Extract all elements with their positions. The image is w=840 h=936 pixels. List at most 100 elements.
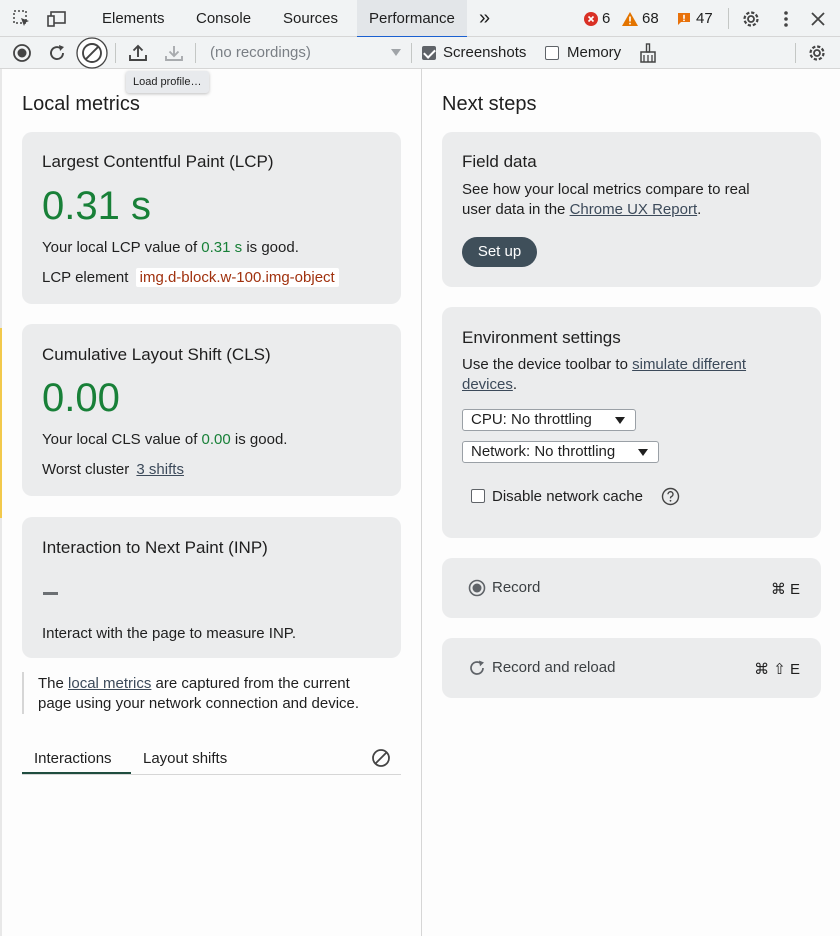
env-line2-suffix: . bbox=[512, 376, 518, 393]
environment-line2: devices. bbox=[462, 376, 517, 393]
network-select-arrow-icon bbox=[638, 449, 648, 456]
tab-performance[interactable]: Performance bbox=[357, 0, 467, 38]
help-icon[interactable] bbox=[661, 487, 680, 506]
lcp-card: Largest Contentful Paint (LCP) 0.31 s Yo… bbox=[22, 132, 401, 304]
close-icon[interactable] bbox=[808, 9, 828, 29]
note-suffix: are captured from the current bbox=[151, 675, 350, 692]
error-icon bbox=[584, 11, 598, 26]
toolbar-separator-4 bbox=[795, 43, 796, 63]
field-data-title: Field data bbox=[462, 152, 537, 171]
tab-layout-shifts[interactable]: Layout shifts bbox=[143, 744, 227, 774]
inp-value bbox=[43, 592, 58, 595]
cls-desc-prefix: Your local CLS value of bbox=[42, 431, 202, 448]
inp-title: Interaction to Next Paint (INP) bbox=[42, 538, 268, 557]
record-icon[interactable] bbox=[12, 43, 32, 63]
field-data-line2: user data in the Chrome UX Report. bbox=[462, 201, 701, 218]
recording-select-arrow-icon[interactable] bbox=[391, 49, 401, 56]
lcp-desc-prefix: Your local LCP value of bbox=[42, 239, 202, 256]
set-up-button[interactable]: Set up bbox=[462, 237, 537, 267]
env-line1-prefix: Use the device toolbar to bbox=[462, 356, 633, 373]
settings-gear-icon[interactable] bbox=[740, 8, 762, 30]
cls-cluster-label: Worst cluster bbox=[42, 461, 130, 478]
field-data-card: Field data See how your local metrics co… bbox=[442, 132, 821, 287]
record-and-reload-shortcut: ⌘ ⇧ E bbox=[754, 661, 800, 678]
local-metrics-note-line1: The local metrics are captured from the … bbox=[38, 675, 350, 692]
lcp-title: Largest Contentful Paint (LCP) bbox=[42, 152, 274, 171]
issues-count-badge[interactable]: 47 bbox=[677, 0, 713, 37]
issue-icon bbox=[678, 12, 690, 25]
tabbar-separator bbox=[728, 8, 729, 29]
tab-interactions[interactable]: Interactions bbox=[34, 744, 112, 774]
tab-sources[interactable]: Sources bbox=[283, 0, 338, 37]
save-profile-icon bbox=[163, 42, 185, 64]
bottom-tabs-border bbox=[22, 774, 401, 775]
local-metrics-note-line2: page using your network connection and d… bbox=[38, 695, 360, 712]
error-count-badge[interactable]: 6 bbox=[584, 0, 610, 37]
screenshots-checkbox[interactable] bbox=[422, 46, 436, 60]
clear-list-icon[interactable] bbox=[371, 748, 391, 768]
environment-line1: Use the device toolbar to simulate diffe… bbox=[462, 356, 746, 373]
load-profile-icon[interactable] bbox=[127, 42, 149, 64]
local-metrics-heading: Local metrics bbox=[22, 93, 140, 115]
devices-link[interactable]: devices bbox=[462, 376, 513, 393]
lcp-desc-suffix: is good. bbox=[242, 239, 299, 256]
record-shortcut: ⌘ E bbox=[770, 581, 800, 598]
record-and-reload-label: Record and reload bbox=[492, 659, 616, 676]
chrome-ux-report-link[interactable]: Chrome UX Report bbox=[570, 201, 698, 218]
screenshots-label: Screenshots bbox=[443, 44, 527, 61]
left-edge-marker bbox=[0, 328, 2, 518]
element-picker-icon[interactable] bbox=[12, 9, 32, 29]
warning-count-badge[interactable]: 68 bbox=[622, 0, 659, 37]
warning-count: 68 bbox=[642, 10, 659, 27]
lcp-element-link[interactable]: img.d-block.w-100.img-object bbox=[135, 268, 339, 287]
next-steps-heading: Next steps bbox=[442, 93, 537, 115]
device-toolbar-icon[interactable] bbox=[47, 9, 69, 29]
inp-card: Interaction to Next Paint (INP) Interact… bbox=[22, 517, 401, 658]
capture-settings-gear-icon[interactable] bbox=[806, 42, 828, 64]
cls-desc-value: 0.00 bbox=[201, 431, 231, 448]
toolbar-separator bbox=[115, 43, 116, 63]
record-and-reload-card[interactable]: Record and reload ⌘ ⇧ E bbox=[442, 638, 821, 698]
cls-description: Your local CLS value of 0.00 is good. bbox=[42, 431, 287, 448]
cpu-throttling-select[interactable]: CPU: No throttling bbox=[462, 409, 636, 431]
clear-icon[interactable] bbox=[76, 37, 108, 69]
tab-elements[interactable]: Elements bbox=[102, 0, 165, 37]
simulate-devices-link[interactable]: simulate different bbox=[632, 356, 746, 373]
load-profile-tooltip: Load profile… bbox=[126, 71, 209, 93]
cls-desc-suffix: is good. bbox=[230, 431, 288, 448]
field-data-line1: See how your local metrics compare to re… bbox=[462, 181, 750, 198]
cls-title: Cumulative Layout Shift (CLS) bbox=[42, 345, 271, 364]
lcp-description: Your local LCP value of 0.31 s is good. bbox=[42, 239, 299, 256]
toolbar-separator-2 bbox=[195, 43, 196, 63]
cls-card: Cumulative Layout Shift (CLS) 0.00 Your … bbox=[22, 324, 401, 496]
tab-console[interactable]: Console bbox=[196, 0, 251, 37]
panel-divider[interactable] bbox=[421, 69, 422, 936]
disable-cache-checkbox[interactable] bbox=[471, 489, 485, 503]
memory-label: Memory bbox=[567, 44, 622, 61]
more-options-icon[interactable] bbox=[776, 9, 796, 29]
collect-garbage-icon[interactable] bbox=[638, 43, 658, 63]
record-card[interactable]: Record ⌘ E bbox=[442, 558, 821, 618]
warning-icon bbox=[622, 11, 638, 26]
recording-select[interactable]: (no recordings) bbox=[210, 37, 311, 69]
field-line2-suffix: . bbox=[697, 201, 702, 218]
local-metrics-note-bar bbox=[22, 672, 24, 714]
record-button-icon bbox=[468, 579, 486, 597]
memory-checkbox[interactable] bbox=[545, 46, 559, 60]
lcp-element-label: LCP element bbox=[42, 269, 129, 286]
toolbar-separator-3 bbox=[411, 43, 412, 63]
issues-count: 47 bbox=[696, 10, 713, 27]
lcp-element-row: LCP element img.d-block.w-100.img-object bbox=[42, 268, 339, 287]
inp-description: Interact with the page to measure INP. bbox=[42, 625, 297, 642]
cls-value: 0.00 bbox=[42, 376, 120, 420]
performance-toolbar: (no recordings) Screenshots Memory bbox=[0, 37, 840, 69]
reload-record-icon[interactable] bbox=[47, 43, 67, 63]
lcp-desc-value: 0.31 s bbox=[201, 239, 243, 256]
local-metrics-link[interactable]: local metrics bbox=[68, 675, 151, 692]
more-tabs-button[interactable]: » bbox=[479, 0, 490, 37]
network-throttling-value: Network: No throttling bbox=[471, 443, 616, 460]
cls-cluster-link[interactable]: 3 shifts bbox=[136, 461, 184, 478]
note-prefix: The bbox=[38, 675, 69, 692]
network-throttling-select[interactable]: Network: No throttling bbox=[462, 441, 659, 463]
disable-cache-label: Disable network cache bbox=[492, 488, 643, 505]
